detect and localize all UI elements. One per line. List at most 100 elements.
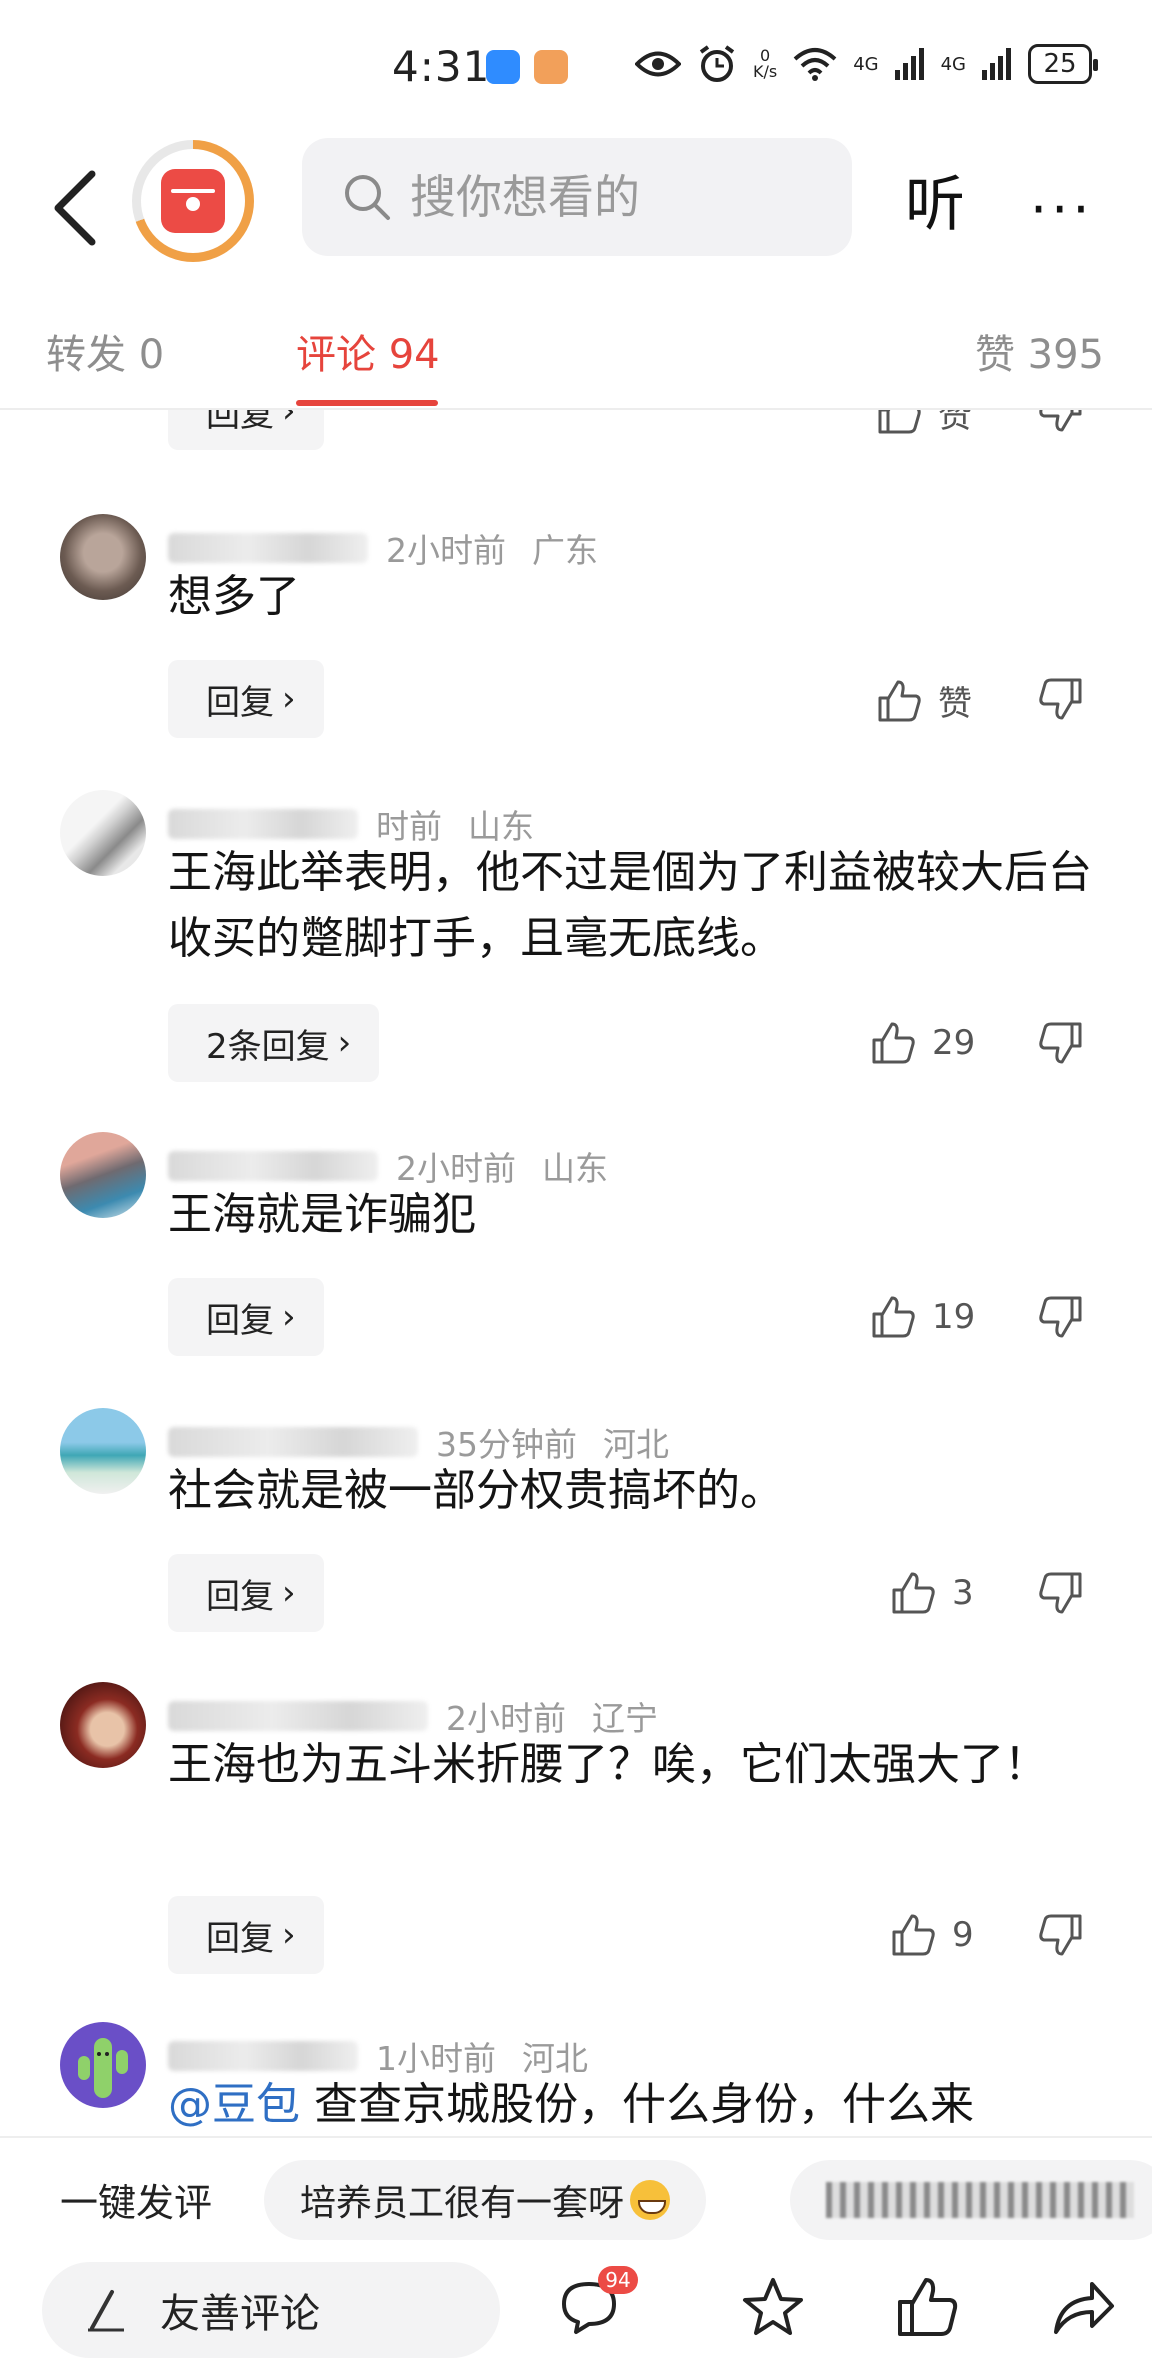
thumbs-up-icon [878,410,921,433]
like-button[interactable]: 赞 [876,410,972,437]
comment-item: 1小时前 河北 @豆包 查查京城股份，什么身份，什么来 [0,2022,1152,2136]
like-button[interactable]: 29 [870,1020,975,1066]
comment-item: 35分钟前 河北 社会就是被一部分权贵搞坏的。 回复 › 3 [0,1408,1152,1648]
comment-list[interactable]: 回复 › 赞 2小时前 广东 想多了 回复 › 赞 时前 山东 王海此举表明，他… [0,410,1152,2136]
net-speed-unit: K/s [752,62,778,81]
tab-active-indicator [296,400,438,406]
app-logo-icon [161,169,225,233]
username-blurred[interactable] [168,2041,358,2071]
chevron-right-icon: › [282,679,296,719]
signal-bars-icon [894,48,924,80]
like-button[interactable]: 赞 [876,676,972,725]
like-count: 19 [932,1297,976,1337]
search-input[interactable] [410,170,810,224]
chevron-right-icon: › [337,1023,352,1063]
reply-label: 回复 [206,1300,274,1341]
tab-forward[interactable]: 转发 0 [46,322,164,380]
avatar[interactable] [60,1408,146,1494]
thumbs-down-icon[interactable] [1038,1020,1084,1066]
reply-label: 回复 [206,1918,274,1959]
thumbs-up-icon [872,1022,915,1064]
comment-compose-field[interactable]: 友善评论 [42,2262,500,2358]
notification-chat-icon [534,50,568,84]
comment-text[interactable]: 王海就是诈骗犯 [168,1182,1098,1248]
bottom-action-bar: 友善评论 94 [0,2248,1152,2376]
thumbs-up-icon [878,680,921,721]
like-button[interactable]: 3 [890,1570,974,1616]
chevron-right-icon: › [282,410,296,431]
thumbs-up-icon [872,1296,915,1338]
username-blurred[interactable] [168,1427,418,1457]
chevron-right-icon: › [282,1573,296,1613]
thumbs-down-icon[interactable] [1038,1912,1084,1958]
star-icon[interactable] [740,2274,806,2340]
listen-button[interactable]: 听 [905,156,965,243]
like-count: 29 [932,1023,976,1063]
like-count: 3 [952,1573,974,1613]
username-blurred[interactable] [168,809,358,839]
comment-item: 回复 › 赞 [0,410,1152,452]
more-menu-button[interactable]: ··· [1030,178,1094,241]
comment-text[interactable]: 王海此举表明，他不过是個为了利益被较大后台收买的蹩脚打手，且毫无底线。 [168,840,1098,972]
share-icon[interactable] [1050,2274,1116,2340]
battery-level: 25 [1043,49,1077,79]
avatar[interactable] [60,1132,146,1218]
app-logo-inner [141,149,245,253]
comment-text[interactable]: 社会就是被一部分权贵搞坏的。 [168,1458,1098,1524]
reply-label: 2条回复 [206,1026,330,1067]
thumbs-down-icon[interactable] [1038,1294,1084,1340]
chevron-right-icon: › [282,1297,296,1337]
status-time: 4:31 [392,42,491,91]
like-count: 赞 [938,410,972,436]
thumbs-down-icon[interactable] [1038,676,1084,722]
username-blurred[interactable] [168,1701,428,1731]
avatar[interactable] [60,2022,146,2108]
comment-text[interactable]: @豆包 查查京城股份，什么身份，什么来 [168,2072,1098,2136]
back-icon[interactable] [48,168,104,248]
comment-text[interactable]: 想多了 [168,564,1098,630]
signal-bars-icon [982,48,1011,80]
thumbs-down-icon[interactable] [1038,1570,1084,1616]
avatar[interactable] [60,514,146,600]
thumbs-up-icon[interactable] [894,2274,960,2340]
like-button[interactable]: 9 [890,1912,974,1958]
quick-reply-chip[interactable] [790,2160,1152,2240]
reply-button[interactable]: 回复 › [168,1278,324,1356]
chevron-right-icon: › [282,1915,296,1955]
like-button[interactable]: 19 [870,1294,975,1340]
reply-button[interactable]: 回复 › [168,1554,324,1632]
comment-text-body: 查查京城股份，什么身份，什么来 [300,2079,974,2130]
eye-icon [634,51,681,77]
signal-1-label: 4G [853,53,879,75]
top-bar: 听 ··· [0,130,1152,270]
search-icon [345,175,390,220]
search-bar[interactable] [302,138,852,256]
quick-reply-chip[interactable]: 培养员工很有一套呀 [264,2160,707,2240]
wifi-icon [793,48,837,81]
username-blurred[interactable] [168,1151,378,1181]
thumbs-down-icon[interactable] [1038,410,1084,434]
tab-likes[interactable]: 赞 395 [975,322,1104,380]
quick-reply-chip-text: 培养员工很有一套呀 [300,2183,625,2224]
reply-button[interactable]: 回复 › [168,410,324,450]
reply-label: 回复 [206,682,274,723]
mention-link[interactable]: @豆包 [168,2079,300,2130]
like-count: 9 [952,1915,974,1955]
username-blurred[interactable] [168,533,368,563]
comment-text[interactable]: 王海也为五斗米折腰了？唉，它们太强大了！ [168,1732,1048,1798]
grin-emoji-icon [630,2180,671,2220]
replies-button[interactable]: 2条回复 › [168,1004,380,1082]
avatar[interactable] [60,1682,146,1768]
reply-button[interactable]: 回复 › [168,1896,324,1974]
tab-comments[interactable]: 评论 94 [296,322,440,380]
compose-placeholder: 友善评论 [160,2291,320,2337]
avatar[interactable] [60,790,146,876]
battery-indicator: 25 [1028,44,1098,84]
thumbs-up-icon [892,1914,935,1956]
reply-button[interactable]: 回复 › [168,660,324,738]
notification-message-icon [486,50,520,84]
app-logo[interactable] [132,140,254,262]
comment-item: 2小时前 广东 想多了 回复 › 赞 [0,514,1152,738]
net-speed: 0 K/s [753,48,777,80]
comment-item: 2小时前 辽宁 王海也为五斗米折腰了？唉，它们太强大了！ 回复 › 9 [0,1682,1152,1982]
